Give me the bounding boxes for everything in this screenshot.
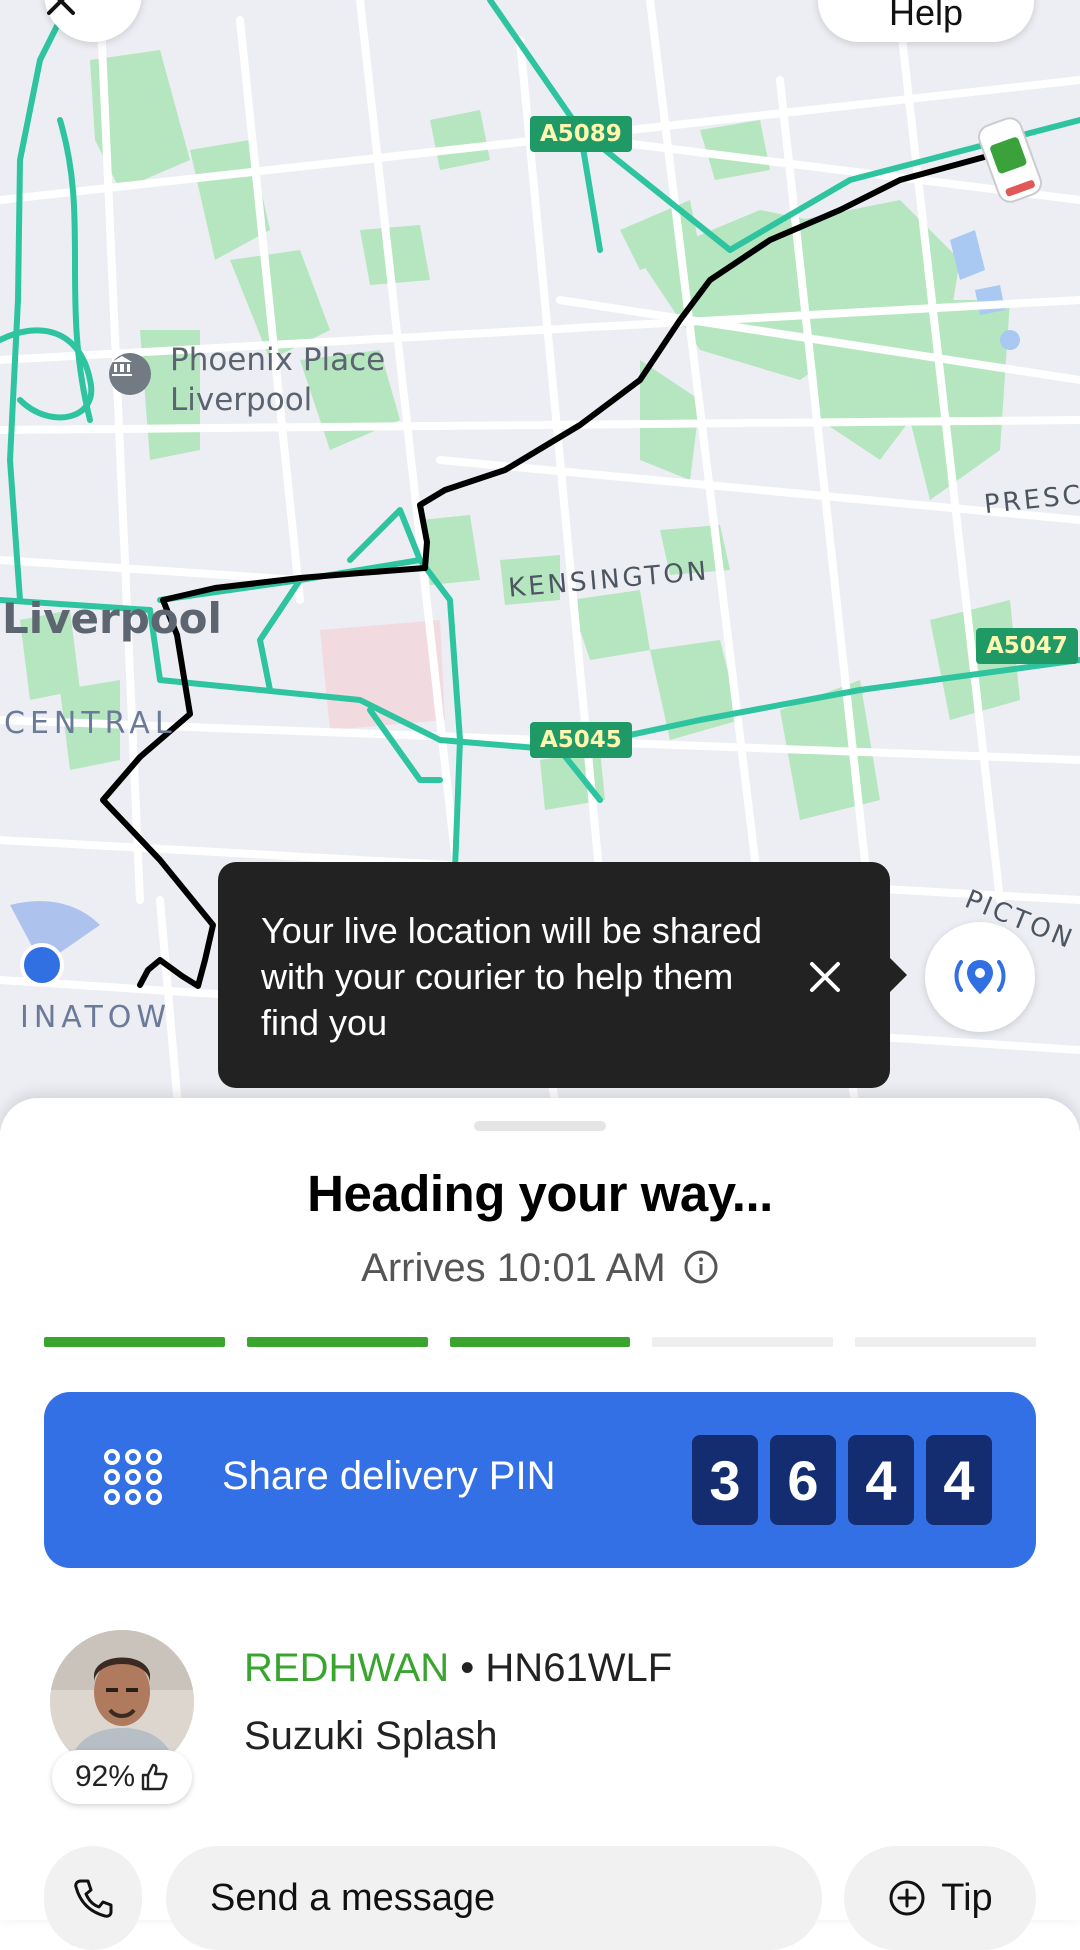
pin-digits: 3 6 4 4 <box>692 1435 992 1525</box>
progress-segment <box>449 1337 631 1347</box>
location-sharing-tooltip: Your live location will be shared with y… <box>218 862 907 1088</box>
close-icon <box>47 0 75 15</box>
pin-digit: 6 <box>770 1435 836 1525</box>
driver-rating-badge: 92% <box>52 1750 192 1804</box>
poi-label-line2: Liverpool <box>170 382 313 418</box>
district-central-label: CENTRAL <box>4 706 177 741</box>
poi-label-line1: Phoenix Place <box>170 342 386 378</box>
city-label: Liverpool <box>2 594 222 643</box>
thumbs-up-icon <box>141 1763 168 1791</box>
message-input-placeholder: Send a message <box>210 1876 496 1919</box>
share-location-button[interactable] <box>925 922 1035 1032</box>
tooltip-text: Your live location will be shared with y… <box>261 910 762 1043</box>
progress-segment <box>246 1337 428 1347</box>
vehicle-model: Suzuki Splash <box>244 1714 498 1758</box>
send-message-button[interactable]: Send a message <box>166 1846 822 1950</box>
delivery-progress <box>44 1337 1036 1347</box>
help-button[interactable]: Help <box>818 0 1034 42</box>
tooltip-close-button[interactable] <box>805 957 845 997</box>
info-icon[interactable] <box>683 1249 719 1285</box>
museum-icon[interactable] <box>109 353 151 395</box>
progress-segment <box>652 1337 834 1347</box>
close-icon <box>810 962 840 992</box>
road-badge-a5047: A5047 <box>976 628 1078 664</box>
progress-segment <box>44 1337 225 1347</box>
progress-segment <box>855 1337 1036 1347</box>
plus-circle-icon <box>889 1880 925 1916</box>
separator: • <box>449 1646 486 1690</box>
arrival-time-text: Arrives 10:01 AM <box>361 1246 666 1290</box>
tip-button[interactable]: Tip <box>844 1846 1036 1950</box>
road-badge-a5045: A5045 <box>530 722 632 758</box>
status-heading: Heading your way... <box>307 1165 773 1222</box>
poi-label: Phoenix Place Liverpool <box>170 340 385 420</box>
help-label: Help <box>888 0 964 33</box>
driver-name: REDHWAN <box>244 1646 450 1690</box>
bottom-sheet[interactable]: Heading your way... Arrives 10:01 AM Sha… <box>0 1098 1080 1950</box>
arrival-time[interactable]: Arrives 10:01 AM <box>0 1246 1080 1291</box>
driver-rating: 92% <box>74 1760 136 1793</box>
sheet-grabber[interactable] <box>474 1121 606 1131</box>
pin-digit: 3 <box>692 1435 758 1525</box>
keypad-icon <box>104 1449 162 1505</box>
share-delivery-pin-button[interactable]: Share delivery PIN 3 6 4 4 <box>44 1392 1036 1568</box>
driver-info: REDHWAN • HN61WLF <box>244 1646 672 1691</box>
pin-digit: 4 <box>926 1435 992 1525</box>
district-inatow-label: INATOW <box>20 1000 172 1035</box>
call-button[interactable] <box>44 1846 142 1950</box>
license-plate: HN61WLF <box>485 1646 673 1690</box>
tip-label: Tip <box>941 1876 993 1919</box>
road-badge-a5089: A5089 <box>530 116 632 152</box>
live-location-icon <box>954 960 1006 994</box>
phone-icon <box>74 1879 113 1918</box>
pin-label: Share delivery PIN <box>222 1454 556 1498</box>
pin-digit: 4 <box>848 1435 914 1525</box>
